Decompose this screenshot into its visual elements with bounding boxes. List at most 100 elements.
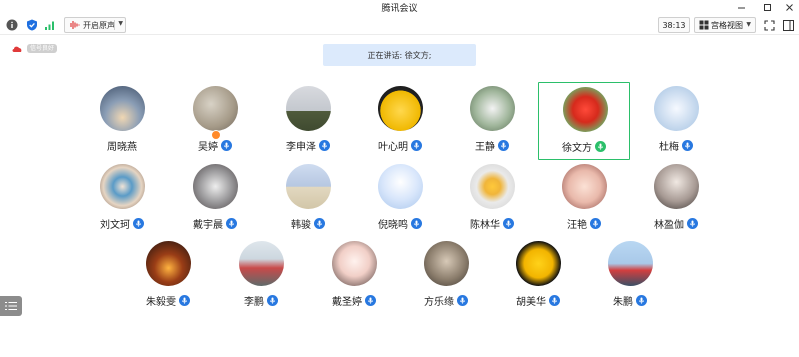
avatar	[654, 164, 699, 209]
participant-name: 徐文方	[562, 143, 592, 154]
participant-name-row: 刘文珂	[76, 216, 168, 231]
info-button[interactable]	[6, 19, 18, 31]
avatar	[100, 86, 145, 131]
cloud-warning-icon	[12, 46, 22, 52]
participant-tile[interactable]: 朱毅雯	[122, 237, 214, 315]
avatar	[193, 164, 238, 209]
avatar	[378, 86, 423, 131]
participant-name: 方乐缘	[424, 297, 454, 308]
participant-name: 朱鹏	[613, 297, 633, 308]
microphone-icon	[687, 218, 698, 229]
participant-name-row: 方乐缘	[400, 293, 492, 308]
participant-tile[interactable]: 吴婷	[169, 82, 261, 160]
meeting-timer: 38:13	[658, 17, 690, 33]
participant-name-row: 李鹏	[215, 293, 307, 308]
participant-tile[interactable]: 李鹏	[215, 237, 307, 315]
participant-name: 戴宇晨	[193, 220, 223, 231]
participant-name-row: 汪艳	[538, 216, 630, 231]
fullscreen-icon	[764, 20, 775, 31]
microphone-icon	[682, 140, 693, 151]
participant-name-row: 韩骏	[262, 216, 354, 231]
grid-view-icon	[699, 20, 709, 30]
maximize-button[interactable]	[756, 0, 778, 14]
participant-name: 叶心明	[378, 142, 408, 153]
participant-tile[interactable]: 林盈伽	[630, 160, 722, 238]
participant-tile[interactable]: 韩骏	[262, 160, 354, 238]
view-mode-button[interactable]: 宫格视图 ▼	[694, 17, 756, 33]
close-button[interactable]	[778, 0, 799, 14]
avatar	[286, 164, 331, 209]
maximize-icon	[763, 3, 771, 11]
participant-tile[interactable]: 方乐缘	[400, 237, 492, 315]
participant-tile[interactable]: 陈林华	[446, 160, 538, 238]
security-button[interactable]	[26, 19, 38, 31]
participant-name: 胡美华	[516, 297, 546, 308]
avatar	[563, 87, 608, 132]
participant-name-row: 吴婷	[169, 138, 261, 153]
participant-tile[interactable]: 李申泽	[262, 82, 354, 160]
original-sound-label: 开启原声	[83, 20, 115, 30]
participant-tile[interactable]: 戴宇晨	[169, 160, 261, 238]
participant-name: 李申泽	[286, 142, 316, 153]
participant-tile[interactable]: 朱鹏	[584, 237, 676, 315]
view-mode-label: 宫格视图	[711, 20, 743, 30]
microphone-icon	[221, 140, 232, 151]
participant-name: 韩骏	[291, 220, 311, 231]
participant-name-row: 叶心明	[354, 138, 446, 153]
fullscreen-button[interactable]	[762, 18, 777, 33]
avatar	[193, 86, 238, 131]
participant-tile[interactable]: 叶心明	[354, 82, 446, 160]
sound-wave-icon	[70, 21, 80, 29]
avatar	[470, 86, 515, 131]
sidebar-toggle-button[interactable]	[781, 18, 796, 33]
participant-tile[interactable]: 汪艳	[538, 160, 630, 238]
participant-name: 戴圣婷	[332, 297, 362, 308]
avatar	[424, 241, 469, 286]
avatar	[516, 241, 561, 286]
microphone-icon	[314, 218, 325, 229]
avatar	[286, 86, 331, 131]
microphone-icon	[319, 140, 330, 151]
participant-tile[interactable]: 王静	[446, 82, 538, 160]
network-latency-label: 信号良好	[27, 44, 58, 53]
signal-bars-icon	[45, 21, 54, 30]
avatar	[608, 241, 653, 286]
participant-name: 吴婷	[198, 142, 218, 153]
network-indicator: 信号良好	[12, 44, 58, 53]
participant-tile[interactable]: 倪晓鸣	[354, 160, 446, 238]
microphone-icon	[133, 218, 144, 229]
participant-tile[interactable]: 刘文珂	[76, 160, 168, 238]
participant-name: 汪艳	[567, 220, 587, 231]
avatar	[654, 86, 699, 131]
toolbar: 开启原声 ▼ 38:13 宫格视图 ▼	[0, 15, 799, 35]
participant-tile[interactable]: 徐文方	[538, 82, 630, 160]
participant-name-row: 王静	[446, 138, 538, 153]
microphone-icon	[365, 295, 376, 306]
participant-name: 倪晓鸣	[378, 220, 408, 231]
microphone-icon	[590, 218, 601, 229]
original-sound-button[interactable]: 开启原声 ▼	[64, 17, 126, 33]
participant-name: 朱毅雯	[146, 297, 176, 308]
title-bar: 腾讯会议	[0, 0, 799, 14]
participant-name-row: 朱鹏	[584, 293, 676, 308]
participant-name-row: 杜梅	[630, 138, 722, 153]
participant-name: 周晓燕	[107, 142, 137, 153]
microphone-icon	[457, 295, 468, 306]
sidebar-panel-icon	[783, 20, 794, 31]
chevron-down-icon[interactable]: ▼	[118, 20, 123, 27]
microphone-icon	[411, 218, 422, 229]
info-icon	[6, 19, 18, 31]
participant-name: 杜梅	[659, 142, 679, 153]
participant-list-button[interactable]	[0, 296, 22, 316]
participant-name-row: 林盈伽	[630, 216, 722, 231]
microphone-icon	[179, 295, 190, 306]
participant-tile[interactable]: 杜梅	[630, 82, 722, 160]
microphone-icon	[636, 295, 647, 306]
participant-tile[interactable]: 胡美华	[492, 237, 584, 315]
participant-tile[interactable]: 周晓燕	[76, 82, 168, 160]
minimize-button[interactable]	[730, 0, 752, 14]
avatar	[378, 164, 423, 209]
network-status-button[interactable]	[44, 19, 56, 31]
participant-tile[interactable]: 戴圣婷	[308, 237, 400, 315]
minimize-icon	[737, 7, 745, 8]
